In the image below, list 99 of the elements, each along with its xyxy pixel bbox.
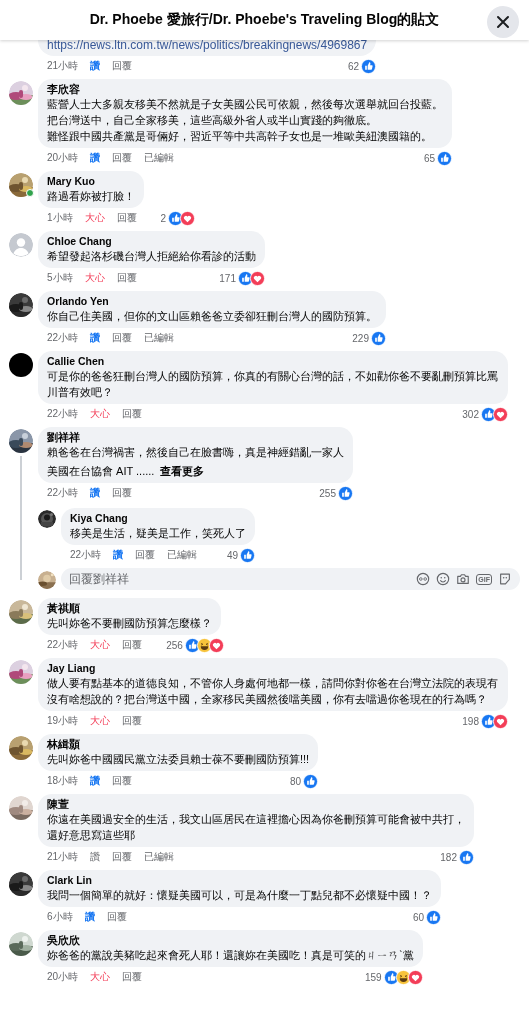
reaction-count[interactable]: 49 [226,549,238,561]
comment-time[interactable]: 21小時 [47,850,79,864]
comment-text: 可是你的爸爸狂刪台灣人的國防預算，你真的有關心台灣的話，不如勸你爸不要亂刪預算比罵川普有效吧？ [47,369,499,400]
avatar-sticker-icon[interactable] [416,572,431,586]
comment-time[interactable]: 22小時 [47,407,79,421]
react-link[interactable]: 讚 [90,151,101,165]
reply-link[interactable]: 回覆 [106,910,127,924]
reply-link[interactable]: 回覆 [116,271,137,285]
reply-link[interactable]: 回覆 [112,850,133,864]
commenter-name[interactable]: Mary Kuo [47,174,135,188]
commenter-name[interactable]: Kiya Chang [70,511,246,525]
see-more-link[interactable]: 查看更多 [160,464,205,479]
reply-link[interactable]: 回覆 [122,970,143,984]
reaction-count[interactable]: 2 [160,212,167,224]
reply-link[interactable]: 回覆 [122,714,143,728]
react-link[interactable]: 讚 [113,548,124,562]
commenter-name[interactable]: 吳欣欣 [47,933,414,947]
commenter-name[interactable]: Orlando Yen [47,294,377,308]
comment-text: 先叫妳爸中國國民黨立法委員賴士葆不要刪國防預算!!! [47,752,310,767]
comment-text: 你自己住美國，但你的文山區賴爸爸立委卻狂刪台灣人的國防預算。 [47,309,377,324]
reply-link[interactable]: 回覆 [112,486,133,500]
comment-time[interactable]: 19小時 [47,714,79,728]
close-icon [496,15,510,29]
react-link[interactable]: 讚 [90,486,101,500]
close-button[interactable] [487,6,519,38]
reply-link[interactable]: 回覆 [122,407,143,421]
commenter-name[interactable]: 劉祥祥 [47,430,344,444]
reaction-count[interactable]: 229 [352,332,369,344]
reply-link[interactable]: 回覆 [135,548,156,562]
reaction-count[interactable]: 65 [423,152,435,164]
reply-link[interactable]: 回覆 [112,151,133,165]
reply-link[interactable]: 回覆 [122,638,143,652]
camera-icon[interactable] [456,572,471,586]
reply-link[interactable]: 回覆 [112,331,133,345]
emoji-icon[interactable] [436,572,451,586]
edited-label: 已編輯 [167,548,198,562]
comment-text: 妳爸爸的黨說美豬吃起來會死人耶！還讓妳在美國吃！真是可笑的ㄐㄧㄢˋ黨 [47,948,414,963]
reaction-count[interactable]: 80 [290,775,302,787]
reaction-count[interactable]: 182 [440,851,457,863]
reaction-count[interactable]: 60 [412,911,424,923]
edited-label: 已編輯 [144,850,175,864]
commenter-name[interactable]: 陳萱 [47,797,465,811]
edited-label: 已編輯 [144,151,175,165]
sticker-icon[interactable] [498,572,512,586]
commenter-name[interactable]: Chloe Chang [47,234,256,248]
reply-link[interactable]: 回覆 [116,211,137,225]
comment-line: 你遠在美國過安全的生活，我文山區居民在這裡擔心因為你爸刪預算可能會被中共打， [47,812,465,827]
comment-time[interactable]: 20小時 [47,151,79,165]
reaction-count[interactable]: 62 [348,60,360,72]
reaction-count[interactable]: 256 [166,639,183,651]
commenter-name[interactable]: Callie Chen [47,354,499,368]
reaction-count[interactable]: 302 [462,408,479,420]
comment-text: 賴爸爸在台灣禍害，然後自己在臉書嗨，真是神經錯亂一家人 [47,445,344,460]
reaction-count[interactable]: 255 [319,487,336,499]
comment-text: 希望發起洛杉磯台灣人拒絕給你看診的活動 [47,249,256,264]
reply-link[interactable]: 回覆 [112,774,133,788]
comment-text: 我問一個簡單的就好：懷疑美國可以，可是為什麼一丁點兒都不必懷疑中國！？ [47,888,432,903]
edited-label: 已編輯 [144,331,175,345]
comment-time[interactable]: 22小時 [70,548,102,562]
commenter-name[interactable]: 黃祺順 [47,601,212,615]
comment-text: 做人要有點基本的道德良知，不管你人身處何地都一樣，請問你對你爸在台灣立法院的表現有沒有啥想說的？把台灣送中國，全家移民美國然後噹美國，你有去噹過你爸現在的行為嗎？ [47,676,499,707]
commenter-name[interactable]: 林緝顥 [47,737,310,751]
react-link[interactable]: 大心 [84,271,105,285]
commenter-name[interactable]: Clark Lin [47,873,432,887]
comment-line: 還好意思寫這些耶 [47,828,136,843]
react-link[interactable]: 讚 [84,910,95,924]
react-link[interactable]: 大心 [90,407,111,421]
comment-text: 先叫妳爸不要刪國防預算怎麼樣？ [47,616,212,631]
comment-time[interactable]: 21小時 [47,59,79,73]
react-link[interactable]: 讚 [90,850,101,864]
react-link[interactable]: 讚 [90,331,101,345]
react-link[interactable]: 大心 [90,638,111,652]
dialog-title: Dr. Phoebe 愛旅行/Dr. Phoebe's Traveling Blog的貼文 [89,11,440,29]
news-link[interactable]: https://news.ltn.com.tw/news/politics/breakingnews/4969867 [47,38,368,52]
reply-link[interactable]: 回覆 [112,59,133,73]
comment-text: 美國在台協會 AIT ...... [47,464,155,479]
reaction-count[interactable]: 159 [365,971,382,983]
comment-time[interactable]: 6小時 [47,910,73,924]
comment-line: 把台灣送中，自己全家移美，這些高級外省人或半山實踐的夠徹底。 [47,113,378,128]
comment-time[interactable]: 18小時 [47,774,79,788]
comment-time[interactable]: 5小時 [47,271,73,285]
commenter-name[interactable]: 李欣容 [47,82,443,96]
react-link[interactable]: 讚 [90,774,101,788]
comment-time[interactable]: 22小時 [47,486,79,500]
comment-line: 難怪跟中國共產黨是哥倆好，習近平等中共高幹子女也是一堆歐美紐澳國籍的。 [47,129,433,144]
comment-time[interactable]: 1小時 [47,211,73,225]
comment-line: 藍營人士大多親友移美不然就是子女美國公民可依親，然後每次選舉就回台投藍。 [47,97,443,112]
comment-text: 移美是生活，疑美是工作，笑死人了 [70,526,246,541]
comment-time[interactable]: 22小時 [47,638,79,652]
reaction-count[interactable]: 198 [462,715,479,727]
commenter-name[interactable]: Jay Liang [47,661,499,675]
comment-time[interactable]: 20小時 [47,970,79,984]
react-link[interactable]: 讚 [90,59,101,73]
comment-time[interactable]: 22小時 [47,331,79,345]
react-link[interactable]: 大心 [90,714,111,728]
reaction-count[interactable]: 171 [219,272,236,284]
comment-text: 路過看妳被打臉！ [47,189,135,204]
react-link[interactable]: 大心 [90,970,111,984]
react-link[interactable]: 大心 [84,211,105,225]
